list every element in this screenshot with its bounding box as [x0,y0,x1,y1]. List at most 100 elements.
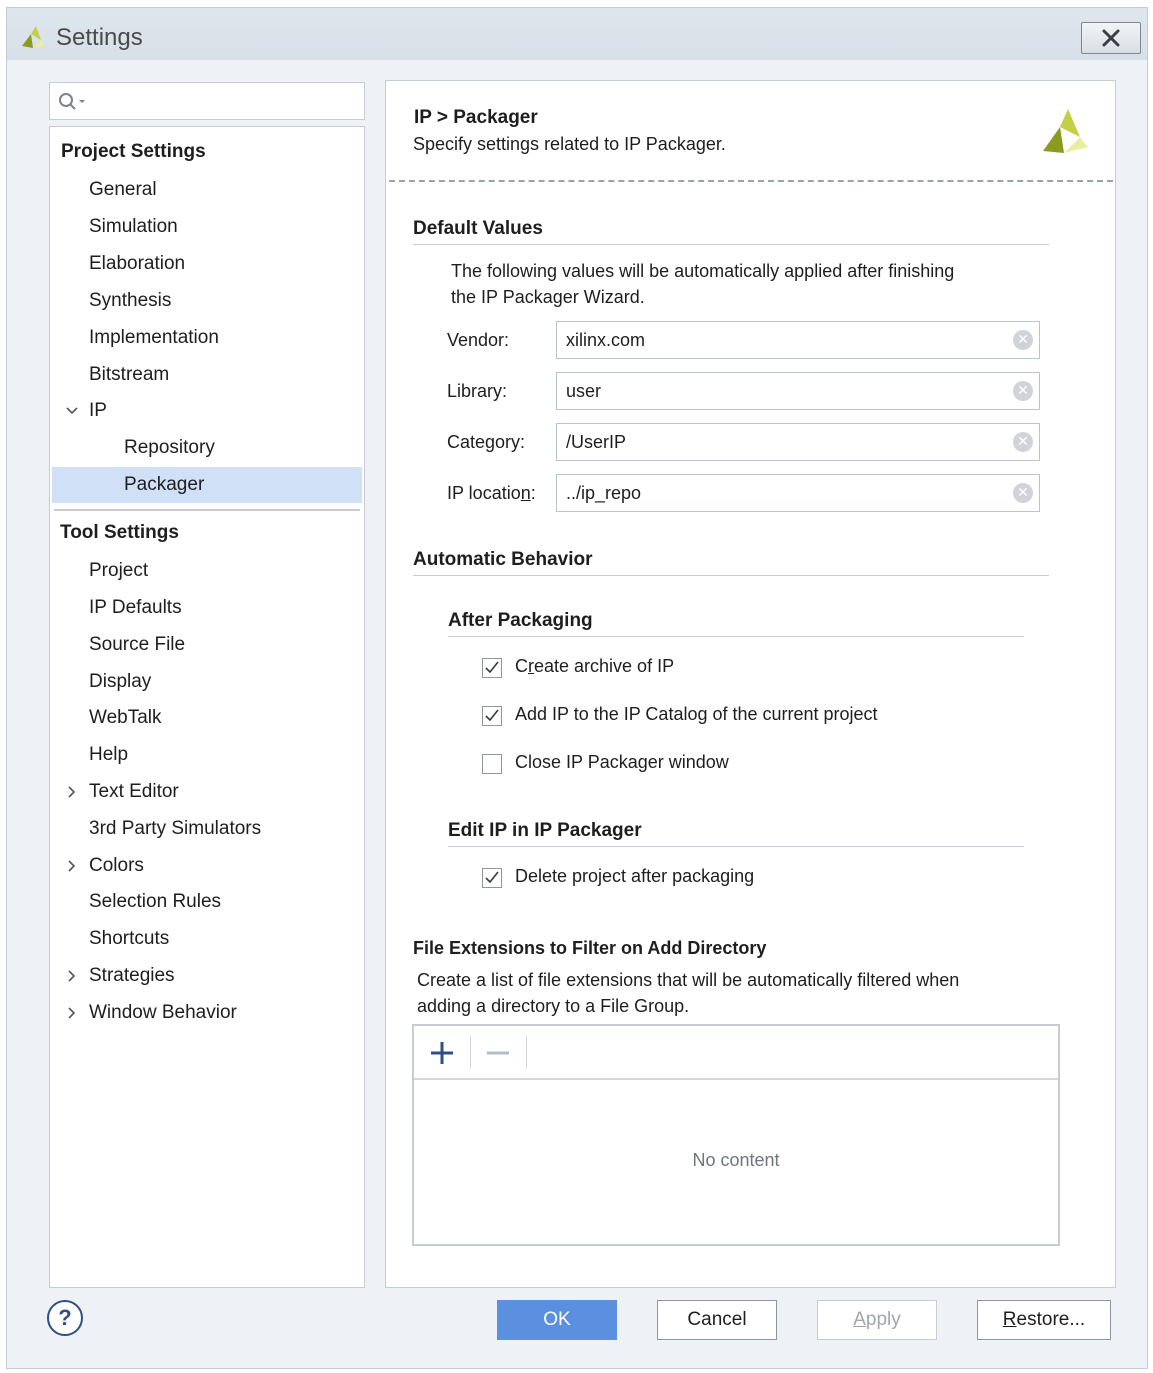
settings-dialog: Settings Project Settings General Simula… [6,7,1148,1369]
add-extension-button[interactable] [424,1036,460,1070]
close-packager-label: Close IP Packager window [515,752,729,772]
chevron-right-icon[interactable] [67,1007,77,1019]
ip-location-value: ../ip_repo [566,483,642,503]
tree-item-simulation[interactable]: Simulation [52,209,362,245]
category-field[interactable]: /UserIP ✕ [556,423,1040,461]
tree-item-display[interactable]: Display [52,664,362,700]
tree-item-elaboration[interactable]: Elaboration [52,246,362,282]
ip-location-field[interactable]: ../ip_repo ✕ [556,474,1040,512]
library-field[interactable]: user ✕ [556,372,1040,410]
table-toolbar [414,1026,1058,1080]
header-divider [389,180,1113,182]
title-bar: Settings [7,8,1147,60]
tree-item-ip[interactable]: IP [52,393,362,429]
plus-icon [431,1042,453,1064]
default-values-intro-1: The following values will be automatical… [451,261,955,281]
tree-header-tool-settings: Tool Settings [60,522,179,543]
section-after-packaging: After Packaging [448,610,593,631]
help-icon: ? [58,1305,72,1330]
window-title: Settings [56,24,143,51]
remove-extension-button[interactable] [480,1036,516,1070]
chevron-right-icon[interactable] [67,970,77,982]
add-ip-catalog-label: Add IP to the IP Catalog of the current … [515,704,878,724]
delete-project-label: Delete project after packaging [515,866,755,886]
tree-item-source-file[interactable]: Source File [52,627,362,663]
section-divider [448,636,1024,637]
tree-item-synthesis[interactable]: Synthesis [52,283,362,319]
help-button[interactable]: ? [47,1300,83,1336]
clear-icon[interactable]: ✕ [1013,483,1033,503]
clear-icon[interactable]: ✕ [1013,432,1033,452]
toolbar-separator [526,1036,527,1068]
page-description: Specify settings related to IP Packager. [413,134,726,154]
ok-button[interactable]: OK [497,1300,617,1340]
vivado-logo-icon [22,26,44,48]
category-value: /UserIP [566,432,627,452]
add-ip-catalog-checkbox[interactable] [482,706,502,726]
table-empty-text: No content [692,1150,780,1170]
cancel-button[interactable]: Cancel [657,1300,777,1340]
section-divider [413,575,1049,576]
tree-item-3rd-party-simulators[interactable]: 3rd Party Simulators [52,811,362,847]
chevron-right-icon[interactable] [67,786,77,798]
tree-item-shortcuts[interactable]: Shortcuts [52,921,362,957]
tree-item-general[interactable]: General [52,172,362,208]
page-title: IP > Packager [414,107,538,128]
category-label: Category: [447,432,526,452]
vendor-value: xilinx.com [566,330,646,350]
toolbar-separator [470,1036,471,1068]
ip-location-label: IP location: [447,483,536,503]
clear-icon[interactable]: ✕ [1013,381,1033,401]
tree-divider [54,509,360,511]
checkmark-icon [485,661,499,674]
settings-tree: Project Settings General Simulation Elab… [49,126,365,1288]
section-default-values: Default Values [413,218,543,239]
tree-item-help[interactable]: Help [52,737,362,773]
vendor-label: Vendor: [447,330,510,350]
library-value: user [566,381,602,401]
apply-button[interactable]: Apply [817,1300,937,1340]
search-icon [59,93,85,110]
clear-icon[interactable]: ✕ [1013,330,1033,350]
delete-project-checkbox[interactable] [482,868,502,888]
section-divider [448,846,1024,847]
tree-item-project[interactable]: Project [52,553,362,589]
section-automatic-behavior: Automatic Behavior [413,549,593,570]
default-values-intro-2: the IP Packager Wizard. [451,287,645,307]
section-file-extensions: File Extensions to Filter on Add Directo… [413,938,767,958]
chevron-right-icon[interactable] [67,860,77,872]
checkmark-icon [485,871,499,884]
tree-item-packager[interactable]: Packager [52,467,362,503]
vendor-field[interactable]: xilinx.com ✕ [556,321,1040,359]
tree-item-bitstream[interactable]: Bitstream [52,357,362,393]
packager-settings-panel: IP > Packager Specify settings related t… [385,80,1116,1288]
tree-item-text-editor[interactable]: Text Editor [52,774,362,810]
library-label: Library: [447,381,508,401]
checkmark-icon [485,709,499,722]
create-archive-label: Create archive of IP [515,656,675,676]
tree-item-colors[interactable]: Colors [52,848,362,884]
tree-item-repository[interactable]: Repository [52,430,362,466]
tree-item-implementation[interactable]: Implementation [52,320,362,356]
close-button[interactable] [1081,22,1141,54]
tree-item-selection-rules[interactable]: Selection Rules [52,884,362,920]
minus-icon [487,1051,509,1055]
close-packager-checkbox[interactable] [482,754,502,774]
file-extensions-table: No content [412,1024,1060,1246]
tree-item-window-behavior[interactable]: Window Behavior [52,995,362,1031]
tree-header-project-settings: Project Settings [61,141,206,162]
section-edit-ip: Edit IP in IP Packager [448,820,642,841]
section-divider [413,244,1049,245]
close-icon [1102,29,1120,47]
search-box[interactable] [49,82,365,120]
restore-button[interactable]: Restore... [977,1300,1111,1340]
tree-item-webtalk[interactable]: WebTalk [52,700,362,736]
xilinx-logo-icon [1043,109,1088,153]
file-extensions-desc-1: Create a list of file extensions that wi… [417,970,960,990]
file-extensions-desc-2: adding a directory to a File Group. [417,996,690,1016]
chevron-down-icon[interactable] [66,406,78,416]
create-archive-checkbox[interactable] [482,658,502,678]
search-input[interactable] [94,87,354,115]
tree-item-strategies[interactable]: Strategies [52,958,362,994]
tree-item-ip-defaults[interactable]: IP Defaults [52,590,362,626]
